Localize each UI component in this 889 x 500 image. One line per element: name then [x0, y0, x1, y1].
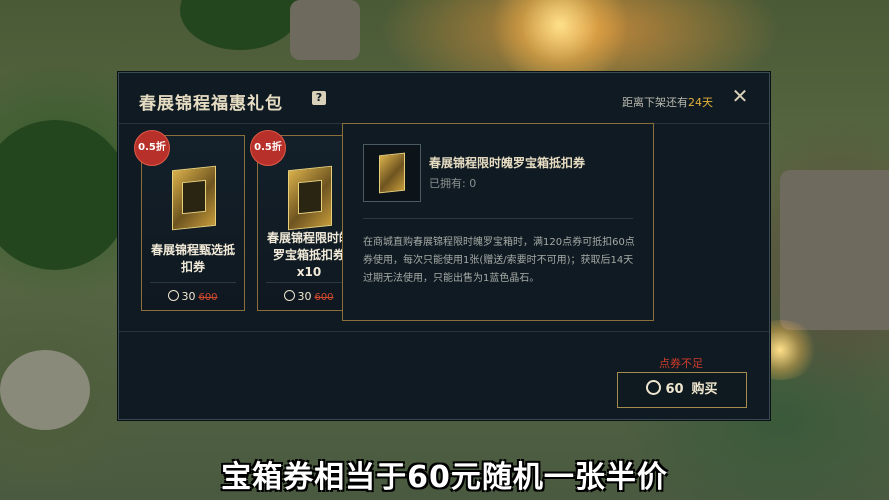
buy-label: 购买 — [691, 382, 718, 397]
tooltip-description: 在商城直购春展锦程限时魄罗宝箱时，满120点券可抵扣60点券使用，每次只能使用1… — [363, 237, 635, 284]
item-tooltip: 春展锦程限时魄罗宝箱抵扣券 已拥有: 0 在商城直购春展锦程限时魄罗宝箱时，满1… — [342, 123, 654, 321]
discount-badge: 0.5折 — [134, 130, 170, 166]
bg-rock — [780, 170, 889, 330]
discount-badge: 0.5折 — [250, 130, 286, 166]
tooltip-item-frame — [363, 144, 421, 202]
bg-glow — [480, 0, 640, 80]
removal-timer: 距离下架还有24天 — [622, 94, 713, 110]
tooltip-title: 春展锦程限时魄罗宝箱抵扣券 — [429, 156, 586, 170]
item-price: 30 600 — [142, 290, 244, 303]
insufficient-funds-text: 点券不足 — [659, 357, 703, 370]
coin-icon — [646, 380, 662, 395]
voucher-card-icon — [172, 165, 216, 231]
bg-statue — [0, 350, 90, 430]
timer-days: 24天 — [688, 96, 713, 109]
voucher-card-icon — [288, 165, 332, 231]
close-icon[interactable]: ✕ — [731, 86, 749, 106]
help-icon[interactable]: ? — [312, 91, 326, 105]
timer-prefix: 距离下架还有 — [622, 96, 688, 109]
buy-price: 60 — [665, 382, 684, 397]
divider — [119, 331, 769, 332]
bg-rock — [290, 0, 360, 60]
original-price: 600 — [314, 292, 334, 303]
panel-title: 春展锦程福惠礼包 — [139, 94, 283, 114]
divider — [150, 282, 236, 283]
bg-tree — [180, 0, 300, 50]
original-price: 600 — [198, 292, 218, 303]
coin-icon — [284, 290, 296, 301]
bundle-item-card[interactable]: 0.5折 春展锦程甄选抵扣券 30 600 — [134, 130, 245, 311]
voucher-card-icon — [379, 152, 405, 194]
buy-button[interactable]: 60 购买 — [617, 372, 747, 408]
current-price: 30 — [181, 290, 196, 303]
coin-icon — [168, 290, 180, 301]
video-subtitle: 宝箱券相当于60元随机一张半价 — [221, 460, 668, 495]
divider — [363, 218, 633, 219]
item-name: 春展锦程甄选抵扣券 — [150, 243, 235, 274]
current-price: 30 — [297, 290, 312, 303]
divider — [266, 282, 352, 283]
bg-tree — [0, 120, 130, 270]
tooltip-owned-count: 已拥有: 0 — [429, 177, 477, 190]
